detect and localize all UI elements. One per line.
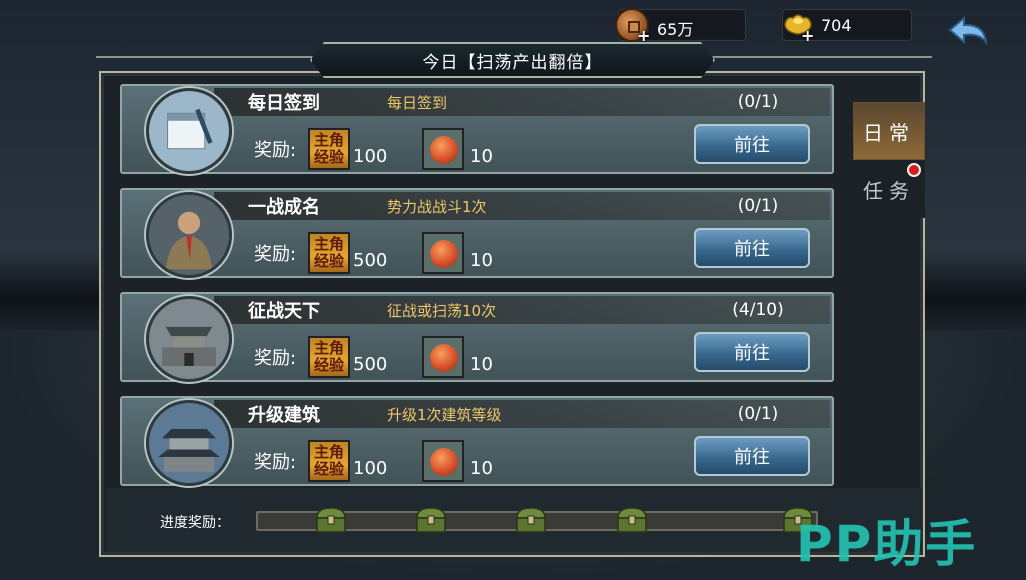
task-progress: (0/1) [737,196,779,216]
task-row: 征战天下 征战或扫荡10次 (4/10) 奖励: 主角 经验 500 10 前往 [120,292,834,382]
exp-reward-amount: 100 [353,146,388,167]
task-progress: (4/10) [732,300,784,320]
panel-title: 今日【扫荡产出翻倍】 [422,52,603,73]
task-row: 每日签到 每日签到 (0/1) 奖励: 主角 经验 100 10 前往 [120,84,834,174]
reward-label: 奖励: [254,140,297,161]
exp-reward-amount: 500 [353,250,388,271]
task-progress: (0/1) [737,404,779,424]
hero-exp-line1: 主角 [313,339,344,357]
hero-exp-line1: 主角 [313,131,344,149]
item-reward-amount: 10 [470,458,493,479]
treasure-chest-icon[interactable] [313,504,349,536]
red-orb-item-icon [422,232,464,274]
notification-dot [907,163,921,177]
treasure-chest-icon[interactable] [614,504,650,536]
item-reward-amount: 10 [470,354,493,375]
task-name: 每日签到 [248,93,320,114]
tab-daily[interactable]: 日常 [853,102,925,160]
go-button[interactable]: 前往 [694,436,810,476]
gold-resource[interactable]: + 704 [782,9,912,45]
hero-exp-line2: 经验 [313,148,344,166]
go-button[interactable]: 前往 [694,124,810,164]
task-progress: (0/1) [737,92,779,112]
task-row: 一战成名 势力战战斗1次 (0/1) 奖励: 主角 经验 500 10 前往 [120,188,834,278]
reward-label: 奖励: [254,244,297,265]
red-orb-item-icon [422,336,464,378]
exp-reward-amount: 100 [353,458,388,479]
task-name: 一战成名 [248,197,320,218]
treasure-chest-icon[interactable] [413,504,449,536]
task-row: 升级建筑 升级1次建筑等级 (0/1) 奖励: 主角 经验 100 10 前往 [120,396,834,486]
gold-amount: 704 [821,16,852,35]
hero-exp-line1: 主角 [313,235,344,253]
palace-building-icon [146,400,232,486]
go-button[interactable]: 前往 [694,332,810,372]
exp-reward-amount: 500 [353,354,388,375]
red-orb-item-icon [422,128,464,170]
item-reward-amount: 10 [470,250,493,271]
task-name: 升级建筑 [248,405,320,426]
item-reward-amount: 10 [470,146,493,167]
add-gold-icon[interactable]: + [801,26,814,45]
task-name: 征战天下 [248,301,320,322]
treasure-chest-icon[interactable] [513,504,549,536]
watermark-logo: PP助手 [796,515,978,573]
hero-exp-icon: 主角 经验 [308,232,350,274]
copper-resource[interactable]: + 65万 [615,8,746,45]
hero-exp-line2: 经验 [313,356,344,374]
hero-exp-icon: 主角 经验 [308,336,350,378]
go-button[interactable]: 前往 [694,228,810,268]
back-arrow-icon[interactable] [946,12,992,52]
hero-exp-icon: 主角 经验 [308,440,350,482]
copper-amount: 65万 [657,20,694,39]
reward-label: 奖励: [254,452,297,473]
hero-exp-icon: 主角 经验 [308,128,350,170]
title-ornament-right [712,56,932,64]
task-description: 征战或扫荡10次 [387,302,497,320]
task-description: 势力战战斗1次 [387,198,487,216]
task-description: 每日签到 [387,94,448,112]
hero-exp-line2: 经验 [313,252,344,270]
reward-label: 奖励: [254,348,297,369]
task-description: 升级1次建筑等级 [387,406,502,424]
calendar-checkin-icon [146,88,232,174]
progress-reward-label: 进度奖励： [160,515,230,531]
warrior-portrait-icon [146,192,232,278]
hero-exp-line2: 经验 [313,460,344,478]
fortress-gate-icon [146,296,232,382]
hero-exp-line1: 主角 [313,443,344,461]
title-ornament-left [96,56,316,64]
panel-title-bar: 今日【扫荡产出翻倍】 [310,42,715,78]
red-orb-item-icon [422,440,464,482]
